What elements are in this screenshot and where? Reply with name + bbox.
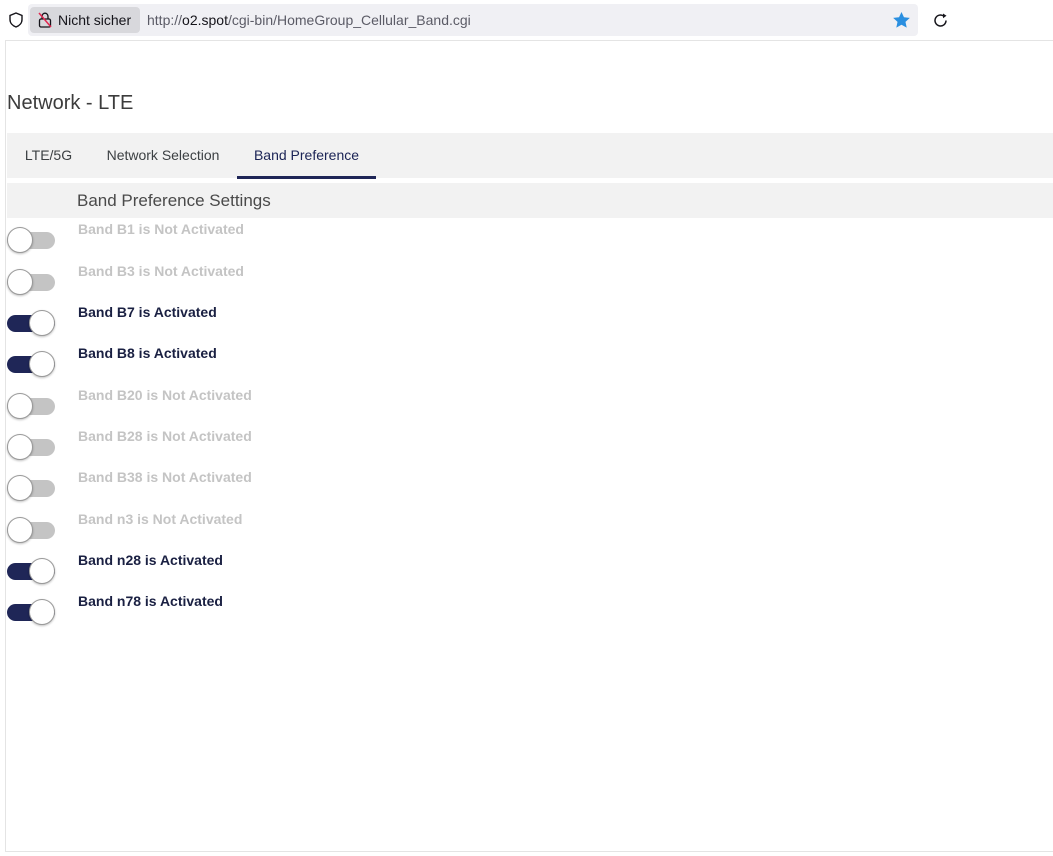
toggle-knob [7,434,33,460]
toggle-knob [7,227,33,253]
toggle-knob [29,351,55,377]
band-row: Band n28 is Activated [6,552,1053,592]
reload-icon[interactable] [932,12,949,29]
tab-label: Band Preference [253,147,360,163]
band-toggle-switch[interactable] [7,393,57,421]
tab-bar: LTE/5G Network Selection Band Preference [7,133,1053,179]
section-title: Band Preference Settings [77,191,271,210]
band-toggle-switch[interactable] [7,434,57,462]
url-prefix: http:// [147,12,183,28]
url-host: o2.spot [182,12,228,28]
band-toggle-switch[interactable] [7,310,57,338]
page-content: Network - LTE LTE/5G Network Selection B… [5,40,1053,852]
bookmark-star-icon[interactable] [892,11,911,29]
band-row: Band B8 is Activated [6,345,1053,385]
toggle-knob [29,558,55,584]
insecure-lock-icon [38,12,52,28]
band-label: Band B7 is Activated [78,304,217,320]
band-row: Band B1 is Not Activated [6,221,1053,261]
toggle-knob [7,269,33,295]
browser-toolbar: Nicht sicher http://o2.spot/cgi-bin/Home… [0,0,1053,40]
toggle-knob [7,393,33,419]
tab-label: LTE/5G [24,147,73,163]
tab-network-selection[interactable]: Network Selection [90,133,236,178]
toggle-knob [7,475,33,501]
band-row: Band B20 is Not Activated [6,387,1053,427]
band-toggle-switch[interactable] [7,351,57,379]
band-toggle-switch[interactable] [7,558,57,586]
band-row: Band B38 is Not Activated [6,469,1053,509]
band-label: Band n78 is Activated [78,593,223,609]
band-label: Band B3 is Not Activated [78,263,244,279]
band-label: Band B38 is Not Activated [78,469,252,485]
band-row: Band n78 is Activated [6,593,1053,633]
shield-icon[interactable] [8,12,24,28]
band-label: Band B20 is Not Activated [78,387,252,403]
band-toggle-switch[interactable] [7,599,57,627]
url-text[interactable]: http://o2.spot/cgi-bin/HomeGroup_Cellula… [147,12,471,29]
band-row: Band B7 is Activated [6,304,1053,344]
page-title: Network - LTE [7,92,134,114]
band-label: Band B1 is Not Activated [78,221,244,237]
band-toggle-switch[interactable] [7,269,57,297]
band-label: Band B8 is Activated [78,345,217,361]
section-header: Band Preference Settings [7,183,1053,218]
band-row: Band B3 is Not Activated [6,263,1053,303]
band-label: Band n28 is Activated [78,552,223,568]
url-path: /cgi-bin/HomeGroup_Cellular_Band.cgi [227,12,471,28]
toggle-knob [29,599,55,625]
band-row: Band B28 is Not Activated [6,428,1053,468]
tab-label: Network Selection [106,147,220,163]
band-toggle-switch[interactable] [7,475,57,503]
band-row: Band n3 is Not Activated [6,511,1053,551]
band-toggle-switch[interactable] [7,517,57,545]
tab-lte-5g[interactable]: LTE/5G [7,133,90,178]
band-label: Band n3 is Not Activated [78,511,243,527]
toggle-knob [7,517,33,543]
toggle-knob [29,310,55,336]
band-label: Band B28 is Not Activated [78,428,252,444]
tab-band-preference[interactable]: Band Preference [237,133,376,179]
security-label: Nicht sicher [58,12,132,28]
band-toggle-switch[interactable] [7,227,57,255]
